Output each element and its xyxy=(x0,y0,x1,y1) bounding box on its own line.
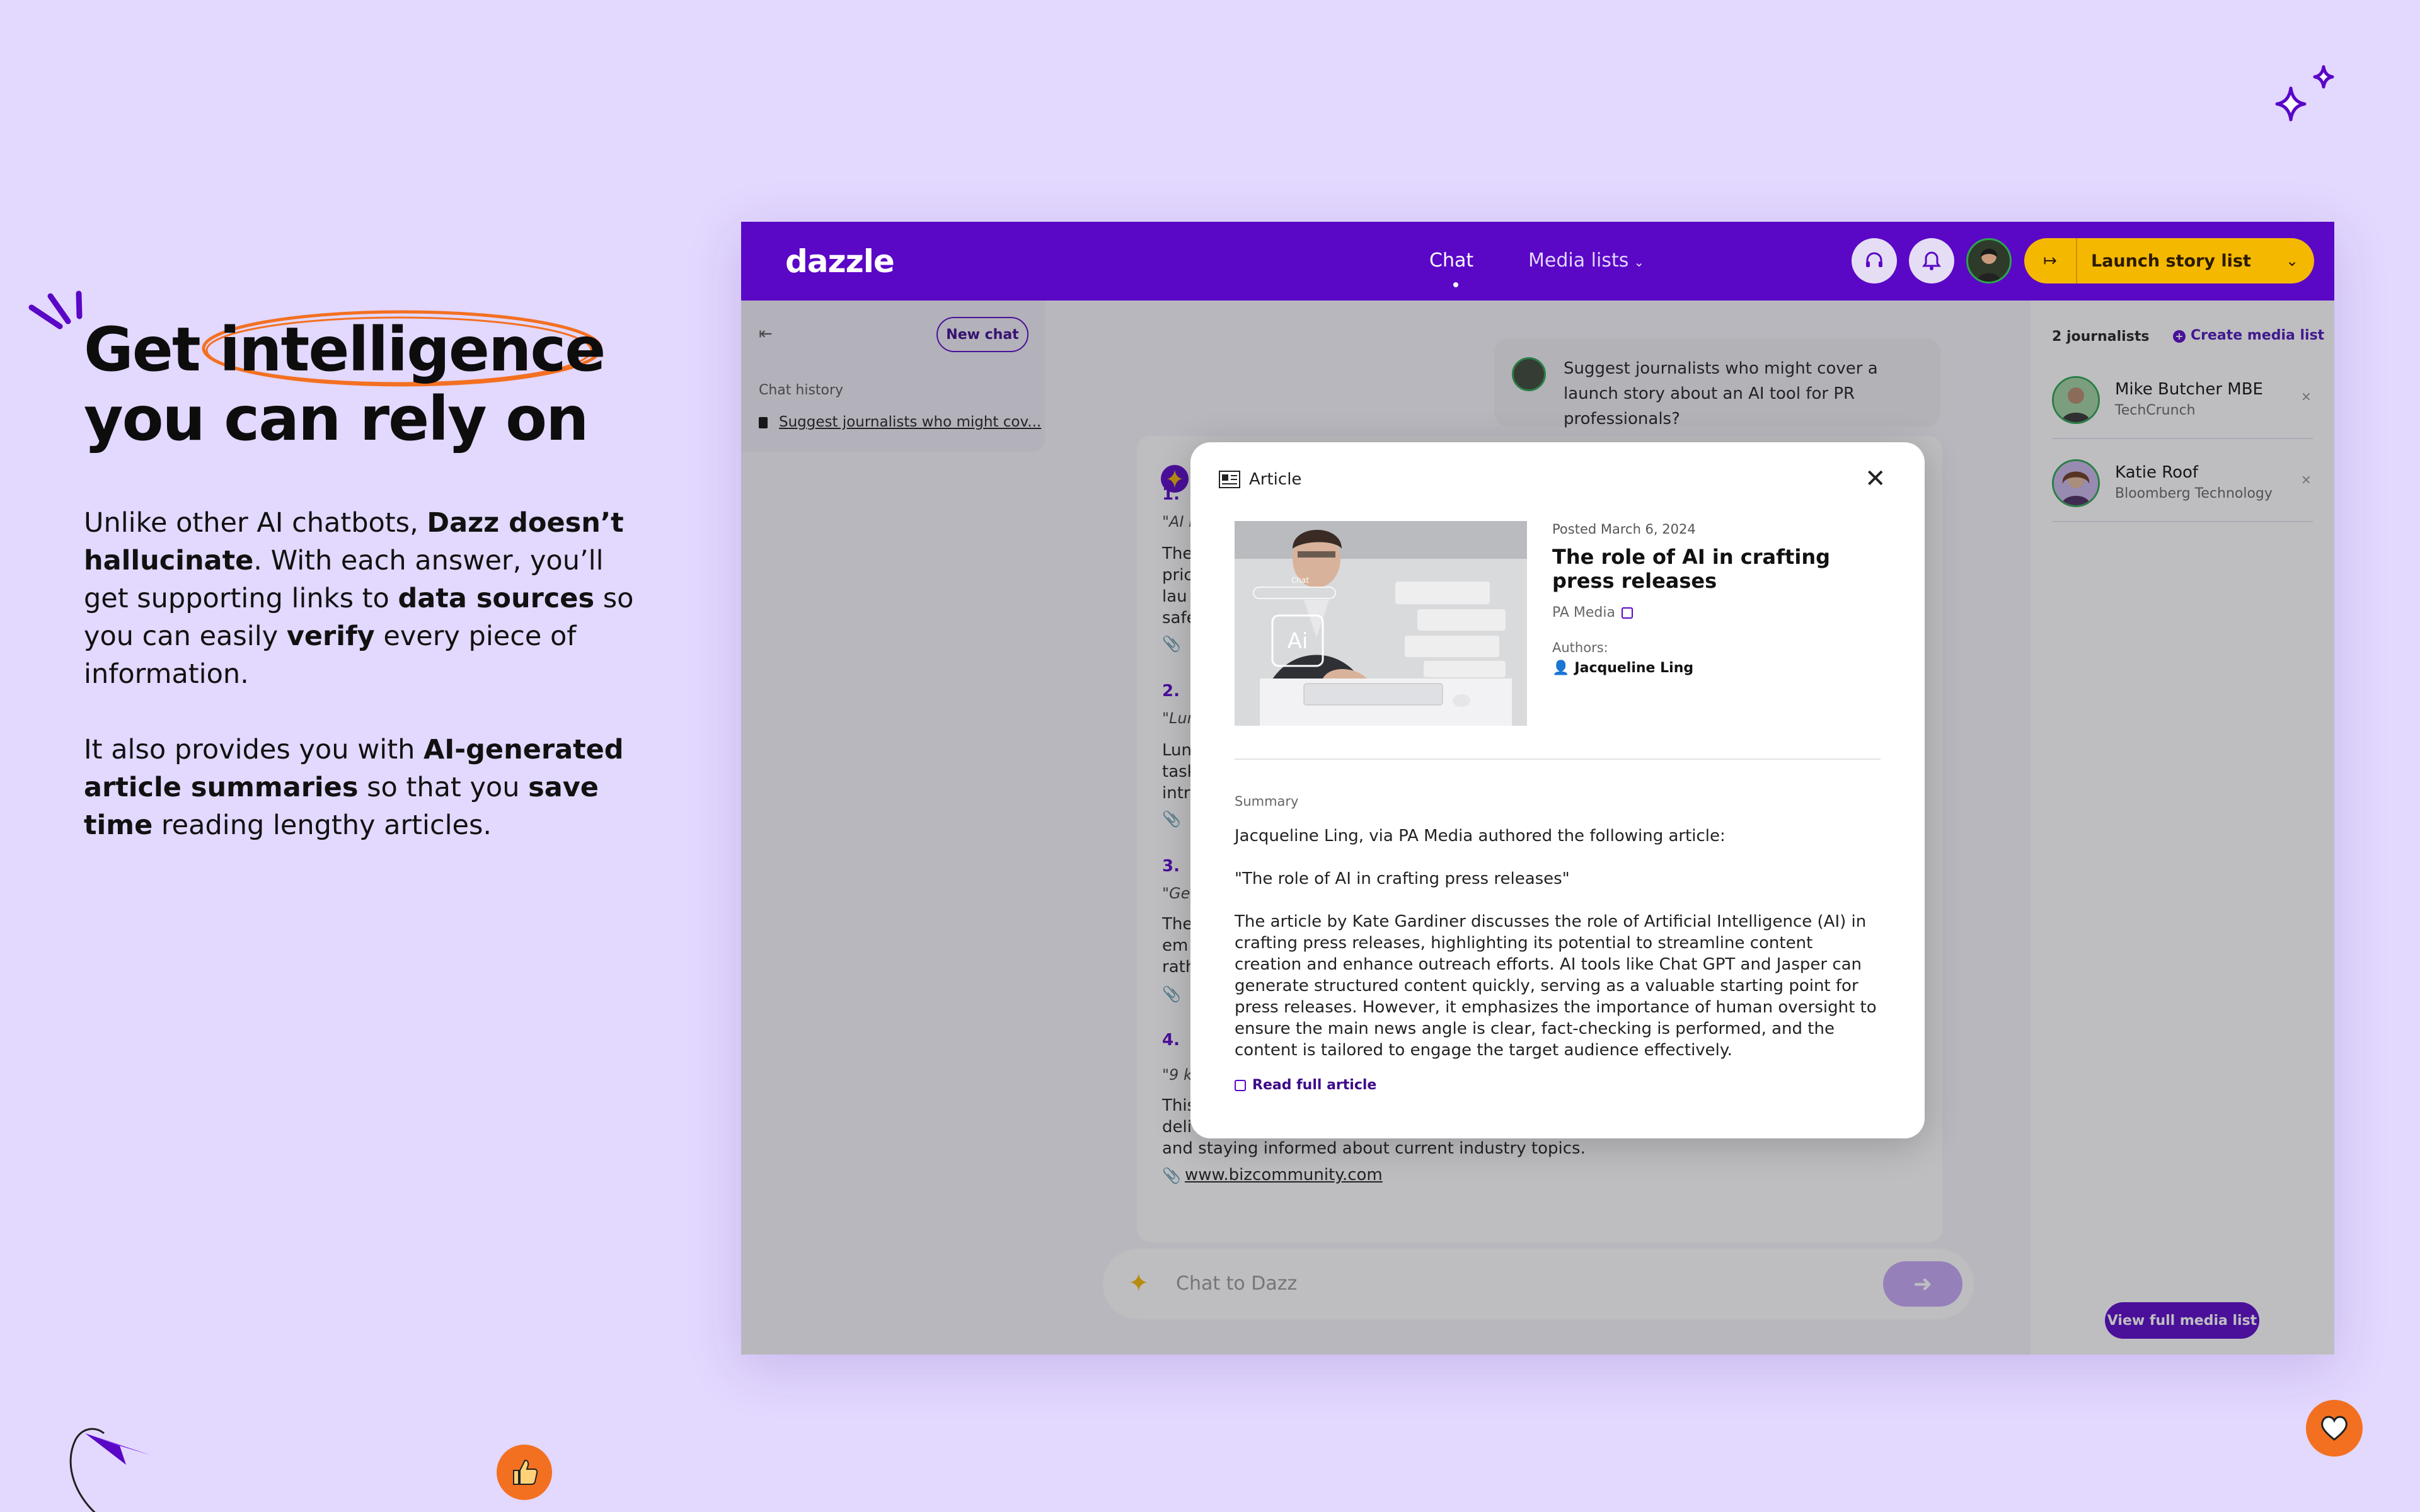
launch-arrow-icon: ↦ xyxy=(2024,238,2077,284)
nav-media-lists[interactable]: Media lists ⌄ xyxy=(1528,249,1644,272)
title-highlight: intelligence xyxy=(202,310,606,387)
summary-paragraph: Jacqueline Ling, via PA Media authored t… xyxy=(1235,827,1726,845)
article-image: Ai Chat xyxy=(1235,521,1527,726)
thumbs-up-icon xyxy=(497,1445,552,1500)
support-button[interactable] xyxy=(1852,238,1897,284)
divider xyxy=(1235,759,1881,760)
hero: Get intelligence you can rely on Unlike … xyxy=(84,310,651,844)
posted-date: Posted March 6, 2024 xyxy=(1552,522,1696,537)
modal-header: Article xyxy=(1219,470,1301,489)
external-link-icon[interactable] xyxy=(1621,607,1633,619)
article-title: The role of AI in crafting press release… xyxy=(1552,545,1830,593)
nav-chat[interactable]: Chat xyxy=(1429,249,1473,287)
notifications-button[interactable] xyxy=(1909,238,1954,284)
hero-title: Get intelligence you can rely on xyxy=(84,310,651,454)
article-modal: Article ✕ Ai Chat Posted March 6, 2024 T… xyxy=(1190,442,1925,1138)
article-icon xyxy=(1219,471,1240,488)
person-icon: 👤 xyxy=(1552,660,1570,676)
active-dot xyxy=(1453,282,1458,287)
close-icon[interactable]: ✕ xyxy=(1865,466,1886,491)
headset-icon xyxy=(1866,252,1882,267)
image-chat-label: Chat xyxy=(1291,576,1309,585)
author: 👤 Jacqueline Ling xyxy=(1552,660,1694,676)
hero-paragraph-1: Unlike other AI chatbots, Dazz doesn’t h… xyxy=(84,507,634,690)
bell-icon xyxy=(1922,251,1941,270)
image-ai-label: Ai xyxy=(1288,629,1308,654)
top-bar: dazzle Chat Media lists ⌄ ↦ Launch story … xyxy=(741,222,2334,301)
external-link-icon xyxy=(1235,1080,1246,1091)
summary-paragraph: The article by Kate Gardiner discusses t… xyxy=(1235,912,1877,1060)
sparkle-icon xyxy=(2275,65,2334,122)
launch-story-list-button[interactable]: ↦ Launch story list ⌄ xyxy=(2024,238,2314,284)
article-source[interactable]: PA Media xyxy=(1552,605,1633,621)
authors-label: Authors: xyxy=(1552,640,1608,655)
title-pre: Get xyxy=(84,314,201,385)
chevron-down-icon: ⌄ xyxy=(1634,255,1645,270)
heart-icon xyxy=(2306,1400,2363,1457)
paper-plane-icon xyxy=(69,1428,151,1512)
burst-decoration-icon xyxy=(28,290,83,329)
read-full-article-link[interactable]: Read full article xyxy=(1235,1077,1376,1093)
dazzle-logo[interactable]: dazzle xyxy=(785,243,895,280)
user-avatar[interactable] xyxy=(1966,238,2012,284)
summary-label: Summary xyxy=(1235,794,1299,809)
hero-paragraph-2: It also provides you with AI-generated a… xyxy=(84,734,624,841)
chevron-down-icon[interactable]: ⌄ xyxy=(2270,252,2314,270)
summary-paragraph: "The role of AI in crafting press releas… xyxy=(1235,869,1570,888)
